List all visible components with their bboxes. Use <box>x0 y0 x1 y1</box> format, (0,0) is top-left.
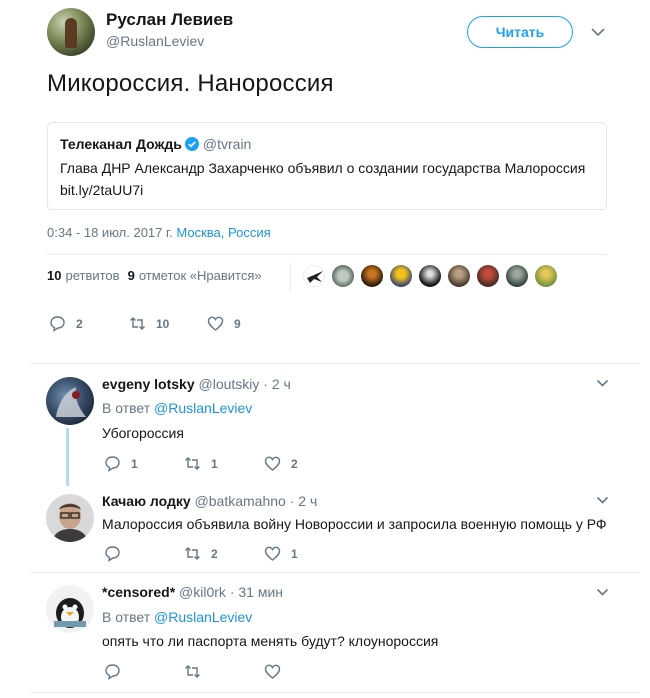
retweet-action[interactable] <box>184 663 264 680</box>
retweet-action[interactable]: 2 <box>184 545 264 562</box>
author-avatar[interactable] <box>47 8 95 56</box>
liker-avatar[interactable] <box>419 265 441 287</box>
reply-count: 2 <box>76 316 83 331</box>
like-count: 2 <box>291 456 298 471</box>
tweet-timestamp[interactable]: 0:34 - 18 июл. 2017 г. <box>47 225 173 240</box>
reply-action[interactable] <box>104 663 184 680</box>
liker-avatar[interactable] <box>506 265 528 287</box>
reply-icon <box>105 546 120 562</box>
divider <box>30 363 640 364</box>
liker-avatar[interactable] <box>361 265 383 287</box>
reply-icon <box>105 664 120 680</box>
reply-avatar[interactable] <box>46 494 94 542</box>
liker-avatar[interactable] <box>332 265 354 287</box>
likes-stat[interactable]: 9 отметок «Нравится» <box>128 268 262 283</box>
verified-badge-icon <box>184 137 199 151</box>
stats-separator <box>290 263 291 291</box>
tweet-location[interactable]: Москва, Россия <box>176 225 270 240</box>
in-reply-to-link[interactable]: @RuslanLeviev <box>154 609 252 625</box>
chevron-down-icon[interactable] <box>596 588 609 597</box>
reply-icon <box>105 456 120 472</box>
chevron-down-icon[interactable] <box>596 379 609 388</box>
retweet-count: 1 <box>211 456 218 471</box>
retweets-stat[interactable]: 10 ретвитов <box>47 268 120 283</box>
liker-avatar[interactable] <box>448 265 470 287</box>
reply-action[interactable]: 1 <box>104 455 184 472</box>
author-handle[interactable]: @RuslanLeviev <box>106 33 204 49</box>
like-action[interactable]: 1 <box>264 545 298 562</box>
retweet-count: 10 <box>156 316 170 331</box>
quoted-tweet[interactable]: Телеканал Дождь @tvrain Глава ДНР Алекса… <box>47 122 607 210</box>
retweet-action[interactable]: 10 <box>129 315 207 332</box>
quoted-link[interactable]: bit.ly/2taUU7i <box>60 180 594 200</box>
like-action[interactable] <box>264 663 291 680</box>
quoted-author-handle: @tvrain <box>202 136 252 152</box>
liker-avatar[interactable] <box>390 265 412 287</box>
tweet-text: Микороссия. Нанороссия <box>47 70 334 97</box>
retweet-icon <box>130 317 145 330</box>
liker-avatar[interactable] <box>303 265 325 287</box>
like-count: 1 <box>291 546 298 561</box>
like-count: 9 <box>234 316 241 331</box>
heart-icon <box>207 316 224 331</box>
in-reply-to: В ответ @RuslanLeviev <box>102 609 253 625</box>
reply-text: Малороссия объявила войну Новороссии и з… <box>102 516 607 532</box>
tweet-stats: 10 ретвитов 9 отметок «Нравится» <box>47 268 270 283</box>
retweet-icon <box>185 547 200 560</box>
tweet-timestamp-row: 0:34 - 18 июл. 2017 г. Москва, Россия <box>47 225 271 240</box>
retweet-count: 2 <box>211 546 218 561</box>
reply-time[interactable]: 2 ч <box>298 493 317 509</box>
reply-time[interactable]: 31 мин <box>238 584 283 600</box>
reply-author[interactable]: *censored* @kil0rk · 31 мин <box>102 584 283 600</box>
like-action[interactable]: 9 <box>207 315 241 332</box>
quoted-author-name: Телеканал Дождь <box>60 136 182 152</box>
retweet-icon <box>185 457 200 470</box>
reply-handle: @kil0rk <box>179 584 226 600</box>
in-reply-to-link[interactable]: @RuslanLeviev <box>154 400 252 416</box>
reply-handle: @batkamahno <box>194 493 286 509</box>
reply-icon <box>50 316 65 332</box>
heart-icon <box>264 664 281 679</box>
reply-action[interactable] <box>104 545 184 562</box>
like-action[interactable]: 2 <box>264 455 298 472</box>
liker-avatar[interactable] <box>535 265 557 287</box>
thread-connector <box>66 428 69 486</box>
in-reply-to: В ответ @RuslanLeviev <box>102 400 253 416</box>
quoted-text: Глава ДНР Александр Захарченко объявил о… <box>60 160 586 176</box>
likers-avatars <box>303 265 564 287</box>
reply-actions: 2 1 <box>104 545 298 562</box>
divider <box>47 254 607 255</box>
reply-text: опять что ли паспорта менять будут? клоу… <box>102 633 439 649</box>
divider <box>30 572 640 573</box>
reply-handle: @loutskiy <box>198 376 260 392</box>
reply-actions <box>104 663 291 680</box>
heart-icon <box>264 546 281 561</box>
reply-count: 1 <box>131 456 138 471</box>
reply-avatar[interactable] <box>46 585 94 633</box>
reply-author[interactable]: evgeny lotsky @loutskiy · 2 ч <box>102 376 291 392</box>
reply-author[interactable]: Качаю лодку @batkamahno · 2 ч <box>102 493 317 509</box>
reply-actions: 1 1 2 <box>104 455 298 472</box>
retweet-action[interactable]: 1 <box>184 455 264 472</box>
chevron-down-icon[interactable] <box>596 496 609 505</box>
chevron-down-icon[interactable] <box>590 26 606 38</box>
divider <box>30 692 640 693</box>
reply-time[interactable]: 2 ч <box>272 376 291 392</box>
retweet-icon <box>185 665 200 678</box>
reply-text: Убогороссия <box>102 425 184 441</box>
reply-avatar[interactable] <box>46 377 94 425</box>
tweet-actions: 2 10 9 <box>49 315 241 332</box>
author-name[interactable]: Руслан Левиев <box>106 10 233 30</box>
reply-action[interactable]: 2 <box>49 315 129 332</box>
liker-avatar[interactable] <box>477 265 499 287</box>
heart-icon <box>264 456 281 471</box>
follow-button[interactable]: Читать <box>467 16 573 48</box>
